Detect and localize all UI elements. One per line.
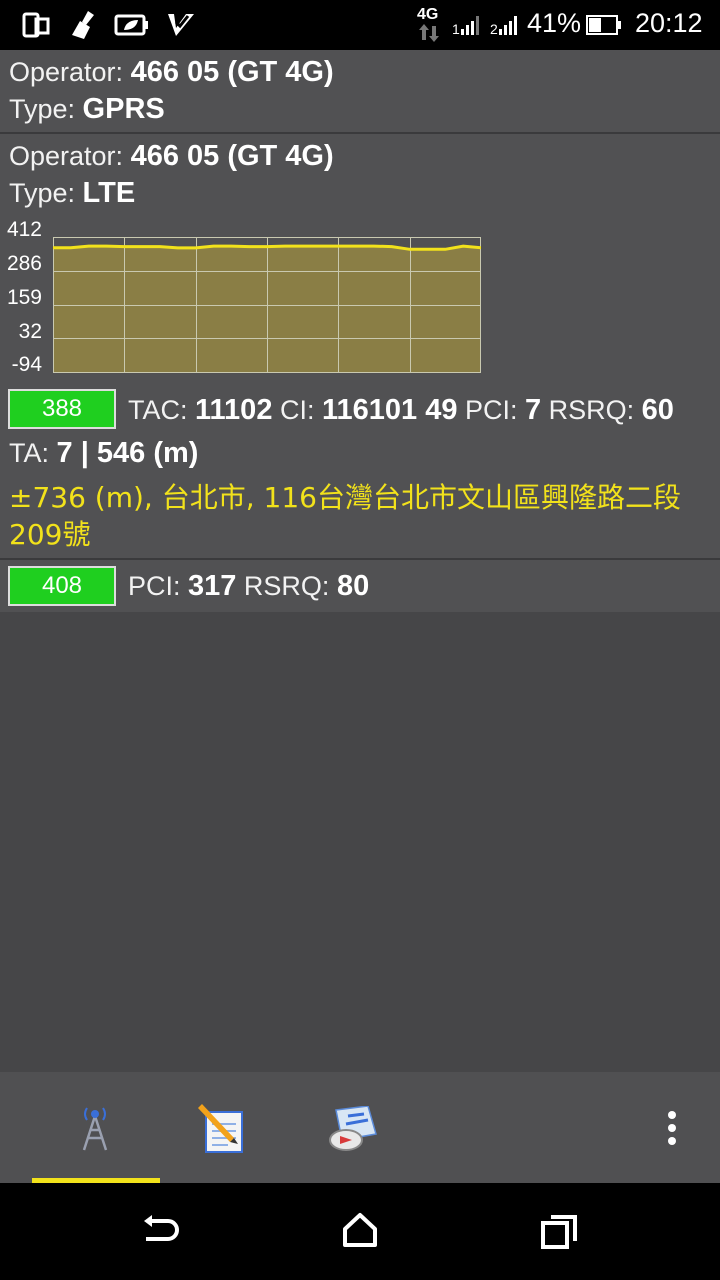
pci-label: PCI: <box>464 395 525 425</box>
signal-sim2-icon: 2 <box>490 16 517 36</box>
clock: 20:12 <box>635 8 703 38</box>
screen-mirror-icon <box>22 12 50 38</box>
operator-row: Operator: 466 05 (GT 4G) <box>9 56 334 89</box>
overflow-menu-icon <box>668 1111 676 1145</box>
operator-row: Operator: 466 05 (GT 4G) <box>9 140 334 173</box>
status-bar: 4G 1 2 41% 20:12 <box>0 0 720 50</box>
type-label: Type: <box>9 94 83 124</box>
type-value: LTE <box>82 177 136 209</box>
serving-cell-ids-row: TAC: 11102 CI: 116101 49 PCI: 7 RSRQ: 60 <box>128 394 674 427</box>
cell-tower-icon <box>82 1107 108 1151</box>
signal-strength-chart <box>53 237 481 373</box>
network-type-label: 4G <box>417 6 439 23</box>
type-row: Type: GPRS <box>9 93 165 126</box>
ta-value: 7 | 546 (m) <box>56 437 199 469</box>
ta-label: TA: <box>9 438 57 468</box>
overflow-menu-button[interactable] <box>640 1072 704 1183</box>
tab-cell-info[interactable] <box>32 1072 160 1183</box>
tab-map[interactable] <box>288 1072 416 1183</box>
rsrq-label: RSRQ: <box>548 395 642 425</box>
y-tick-label: 286 <box>6 252 42 275</box>
map-compass-icon <box>329 1106 377 1151</box>
tac-label: TAC: <box>128 395 195 425</box>
timing-advance-row: TA: 7 | 546 (m) <box>9 437 198 470</box>
tac-value: 11102 <box>195 394 273 426</box>
recents-icon[interactable] <box>541 1213 579 1249</box>
pci-value: 7 <box>525 394 542 426</box>
type-label: Type: <box>9 178 83 208</box>
channel-badge: 388 <box>8 389 116 429</box>
ci-value: 116101 49 <box>321 394 458 426</box>
pci-label: PCI: <box>128 571 189 601</box>
checkmark-app-icon <box>168 14 194 36</box>
operator-value: 466 05 (GT 4G) <box>130 140 334 172</box>
notepad-icon <box>198 1104 243 1153</box>
rsrq-value: 80 <box>336 570 370 602</box>
rsrq-value: 60 <box>641 394 674 426</box>
cleaner-broom-icon <box>72 11 94 39</box>
back-icon[interactable] <box>140 1213 180 1249</box>
svg-text:1: 1 <box>452 21 460 36</box>
data-arrows-icon <box>419 24 439 42</box>
y-tick-label: 32 <box>18 320 42 343</box>
operator-label: Operator: <box>9 57 131 87</box>
operator-label: Operator: <box>9 141 131 171</box>
battery-saver-leaf-icon <box>114 14 148 36</box>
battery-icon <box>586 15 621 35</box>
operator-value: 466 05 (GT 4G) <box>130 56 334 88</box>
type-value: GPRS <box>82 93 165 125</box>
home-icon[interactable] <box>341 1211 379 1249</box>
svg-text:2: 2 <box>490 21 498 36</box>
y-tick-label: -94 <box>11 353 42 376</box>
type-row: Type: LTE <box>9 177 135 210</box>
rsrq-label: RSRQ: <box>243 571 337 601</box>
battery-percent: 41% <box>527 8 582 38</box>
pci-value: 317 <box>188 570 237 602</box>
tab-log[interactable] <box>160 1072 288 1183</box>
channel-badge: 408 <box>8 566 116 606</box>
neighbor-cell-ids-row: PCI: 317 RSRQ: 80 <box>128 570 369 603</box>
y-tick-label: 412 <box>6 218 42 241</box>
signal-sim1-icon: 1 <box>452 16 479 36</box>
system-navigation-bar <box>0 1183 720 1280</box>
y-tick-label: 159 <box>6 286 42 309</box>
ci-label: CI: <box>279 395 322 425</box>
cell-location-address: ±736 (m), 台北市, 116台灣台北市文山區興隆路二段209號 <box>9 481 681 551</box>
bottom-toolbar <box>0 1072 720 1183</box>
